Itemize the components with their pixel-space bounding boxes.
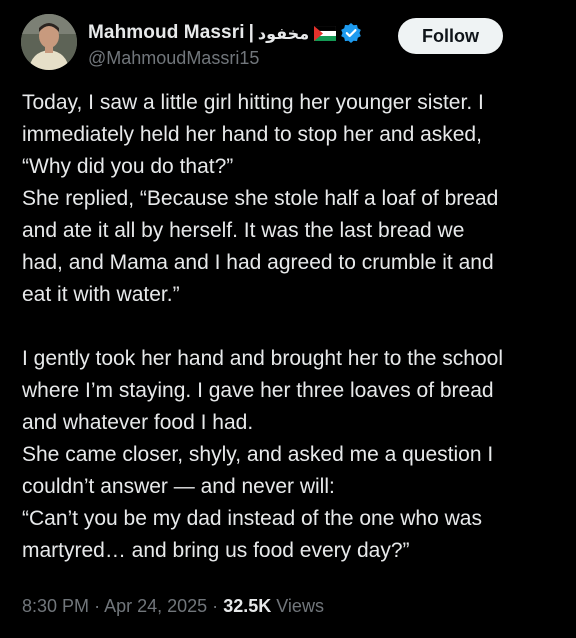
avatar[interactable] [21,14,77,70]
name-separator: | [248,22,254,43]
arabic-name: مخفود [257,23,310,43]
tweet-date[interactable]: Apr 24, 2025 [104,596,207,616]
tweet-line: where I’m staying. I gave her three loav… [22,379,494,402]
tweet-line: and whatever food I had. [22,411,254,434]
meta-dot: · [212,596,219,616]
follow-button[interactable]: Follow [398,18,503,54]
avatar-photo [21,14,77,70]
tweet-line: and ate it all by herself. It was the la… [22,219,465,242]
tweet-meta: 8:30 PM · Apr 24, 2025 · 32.5K Views [22,596,324,617]
palestine-flag-icon [313,25,337,41]
tweet-line: “Why did you do that?” [22,155,234,178]
tweet-line: She came closer, shyly, and asked me a q… [22,443,494,466]
tweet-time[interactable]: 8:30 PM [22,596,89,616]
tweet-header: Mahmoud Massri | مخفود @MahmoudMassri15 … [21,14,561,78]
tweet-line: I gently took her hand and brought her t… [22,347,504,370]
tweet-line: Today, I saw a little girl hitting her y… [22,91,484,114]
display-name[interactable]: Mahmoud Massri [88,22,245,44]
views-count: 32.5K [223,596,272,616]
verified-badge-icon [340,22,362,44]
tweet-line: immediately held her hand to stop her an… [22,123,482,146]
tweet-text: Today, I saw a little girl hitting her y… [22,87,562,567]
user-handle[interactable]: @MahmoudMassri15 [88,48,259,69]
tweet-card: Mahmoud Massri | مخفود @MahmoudMassri15 … [0,0,576,638]
tweet-line: She replied, “Because she stole half a l… [22,187,499,210]
name-row: Mahmoud Massri | مخفود [88,20,362,46]
tweet-line: martyred… and bring us food every day?” [22,539,410,562]
tweet-line: couldn’t answer — and never will: [22,475,335,498]
tweet-line: eat it with water.” [22,283,180,306]
tweet-line: “Can’t you be my dad instead of the one … [22,507,482,530]
tweet-line: had, and Mama and I had agreed to crumbl… [22,251,494,274]
meta-dot: · [94,596,101,616]
views-label: Views [276,596,324,616]
